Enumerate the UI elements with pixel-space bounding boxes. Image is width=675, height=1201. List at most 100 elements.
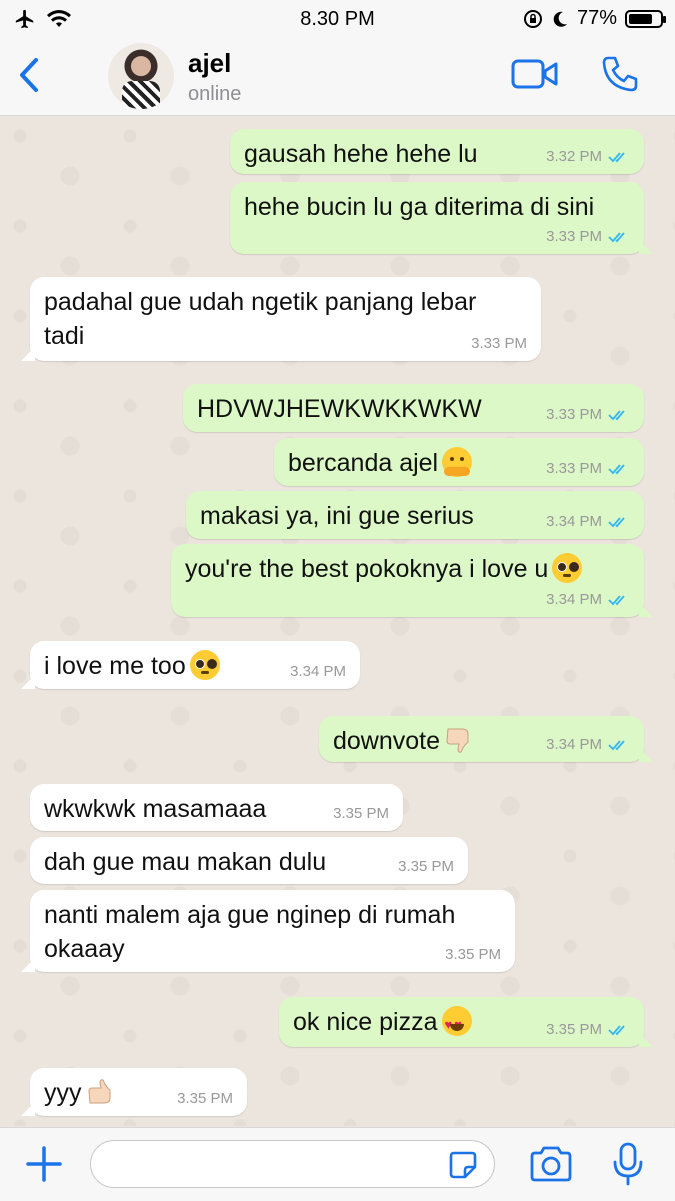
message-bubble-outgoing[interactable]: you're the best pokoknya i love u 3.34 P… — [171, 544, 653, 617]
message-bubble-outgoing[interactable]: bercanda ajel 3.33 PM — [274, 438, 644, 486]
message-bubble-outgoing[interactable]: makasi ya, ini gue serius 3.34 PM — [186, 491, 644, 539]
message-text: hehe bucin lu ga diterima di sini — [244, 193, 595, 221]
hugging-face-emoji — [442, 447, 473, 477]
moon-icon — [553, 11, 567, 27]
bubble-tail — [21, 958, 35, 972]
message-time: 3.33 PM — [546, 406, 602, 423]
message-text-wrap: ok nice pizza — [293, 1005, 472, 1042]
message-time: 3.35 PM — [445, 946, 501, 963]
message-input[interactable] — [90, 1140, 495, 1188]
message-text: makasi ya, ini gue serius — [200, 502, 474, 530]
read-ticks-icon — [608, 595, 625, 606]
message-text: bercanda ajel — [288, 449, 439, 477]
read-ticks-icon — [608, 1025, 625, 1036]
read-ticks-icon — [608, 232, 625, 243]
thumbs-up-emoji — [86, 1077, 116, 1107]
message-meta: 3.35 PM — [445, 946, 501, 964]
contact-status: online — [188, 83, 242, 105]
message-text: padahal gue udah ngetik panjang lebar tad… — [44, 285, 476, 353]
message-text-wrap: bercanda ajel — [288, 446, 473, 480]
message-meta: 3.35 PM — [177, 1090, 233, 1108]
message-meta: 3.35 PM — [546, 1021, 630, 1039]
message-bubble-outgoing[interactable]: hehe bucin lu ga diterima di sini 3.33 P… — [230, 182, 653, 254]
thumbs-down-emoji — [444, 725, 474, 755]
message-meta: 3.34 PM — [546, 736, 630, 754]
message-time: 3.35 PM — [333, 805, 389, 822]
message-meta: 3.33 PM — [471, 335, 527, 353]
chat-header: ajel online — [0, 40, 675, 116]
bubble-tail — [21, 1102, 35, 1116]
battery-icon — [625, 9, 666, 28]
message-bubble-incoming[interactable]: dah gue mau makan dulu 3.35 PM — [30, 837, 468, 884]
message-text: ok nice pizza — [293, 1008, 438, 1036]
message-meta: 3.34 PM — [290, 663, 346, 681]
read-ticks-icon — [608, 152, 625, 163]
message-bubble-outgoing[interactable]: HDVWJHEWKWKKWKW 3.33 PM — [183, 384, 644, 432]
message-time: 3.33 PM — [546, 460, 602, 477]
status-right: 77% — [523, 7, 666, 30]
message-text-wrap: i love me too — [44, 649, 220, 683]
microphone-button[interactable] — [612, 1142, 644, 1186]
contact-name[interactable]: ajel — [188, 48, 231, 79]
input-bar — [0, 1127, 675, 1201]
message-bubble-outgoing[interactable]: gausah hehe hehe lu 3.32 PM — [230, 129, 644, 174]
sticker-button[interactable] — [448, 1150, 478, 1180]
status-bar: 8.30 PM 77% — [0, 0, 675, 40]
message-time: 3.34 PM — [546, 513, 602, 530]
read-ticks-icon — [608, 410, 625, 421]
heart-eyes-emoji — [441, 1006, 472, 1042]
message-time: 3.33 PM — [546, 228, 602, 245]
message-bubble-outgoing[interactable]: ok nice pizza 3.35 PM — [279, 997, 653, 1047]
camera-button[interactable] — [528, 1144, 574, 1184]
bubble-tail — [639, 748, 653, 762]
bubble-tail — [639, 603, 653, 617]
message-meta: 3.35 PM — [398, 858, 454, 876]
message-text: nanti malem aja gue nginep di rumah okaaa… — [44, 898, 455, 966]
contact-avatar[interactable] — [108, 43, 174, 109]
back-button[interactable] — [12, 52, 48, 98]
video-call-button[interactable] — [510, 56, 560, 92]
message-bubble-outgoing[interactable]: downvote 3.34 PM — [319, 716, 653, 762]
message-meta: 3.34 PM — [546, 591, 630, 609]
chat-area[interactable]: gausah hehe hehe lu 3.32 PM hehe bucin l… — [0, 116, 675, 1126]
message-bubble-incoming[interactable]: nanti malem aja gue nginep di rumah okaaa… — [21, 890, 515, 972]
message-text-wrap: downvote — [333, 724, 474, 758]
message-time: 3.34 PM — [290, 663, 346, 680]
message-line: tadi — [44, 322, 85, 350]
message-bubble-incoming[interactable]: yyy 3.35 PM — [21, 1068, 247, 1116]
attach-plus-button[interactable] — [24, 1144, 64, 1184]
battery-percent: 77% — [576, 7, 617, 29]
bubble-tail — [21, 347, 35, 361]
message-time: 3.32 PM — [546, 148, 602, 165]
message-text: gausah hehe hehe lu — [244, 140, 478, 168]
message-line: padahal gue udah ngetik panjang lebar — [44, 288, 477, 316]
pleading-face-emoji — [552, 553, 583, 583]
message-line: okaaay — [44, 935, 125, 963]
message-text: HDVWJHEWKWKKWKW — [197, 395, 482, 423]
message-time: 3.35 PM — [546, 1021, 602, 1038]
voice-call-button[interactable] — [600, 54, 640, 94]
message-meta: 3.32 PM — [546, 148, 630, 166]
message-line: nanti malem aja gue nginep di rumah — [44, 901, 456, 929]
message-bubble-incoming[interactable]: padahal gue udah ngetik panjang lebar tad… — [21, 277, 541, 361]
message-bubble-incoming[interactable]: wkwkwk masamaaa 3.35 PM — [30, 784, 403, 831]
bubble-tail — [21, 675, 35, 689]
read-ticks-icon — [608, 740, 625, 751]
message-time: 3.34 PM — [546, 591, 602, 608]
message-time: 3.35 PM — [177, 1090, 233, 1107]
read-ticks-icon — [608, 517, 625, 528]
message-text: downvote — [333, 727, 441, 755]
message-text: i love me too — [44, 652, 186, 680]
message-text: wkwkwk masamaaa — [44, 795, 267, 823]
message-meta: 3.33 PM — [546, 460, 630, 478]
message-meta: 3.34 PM — [546, 513, 630, 531]
message-text: yyy — [44, 1079, 82, 1107]
message-text-wrap: you're the best pokoknya i love u — [185, 552, 583, 586]
bubble-tail — [639, 1033, 653, 1047]
message-bubble-incoming[interactable]: i love me too 3.34 PM — [21, 641, 360, 689]
message-text: you're the best pokoknya i love u — [185, 555, 549, 583]
bubble-tail — [639, 240, 653, 254]
message-meta: 3.35 PM — [333, 805, 389, 823]
message-time: 3.34 PM — [546, 736, 602, 753]
message-meta: 3.33 PM — [546, 228, 630, 246]
